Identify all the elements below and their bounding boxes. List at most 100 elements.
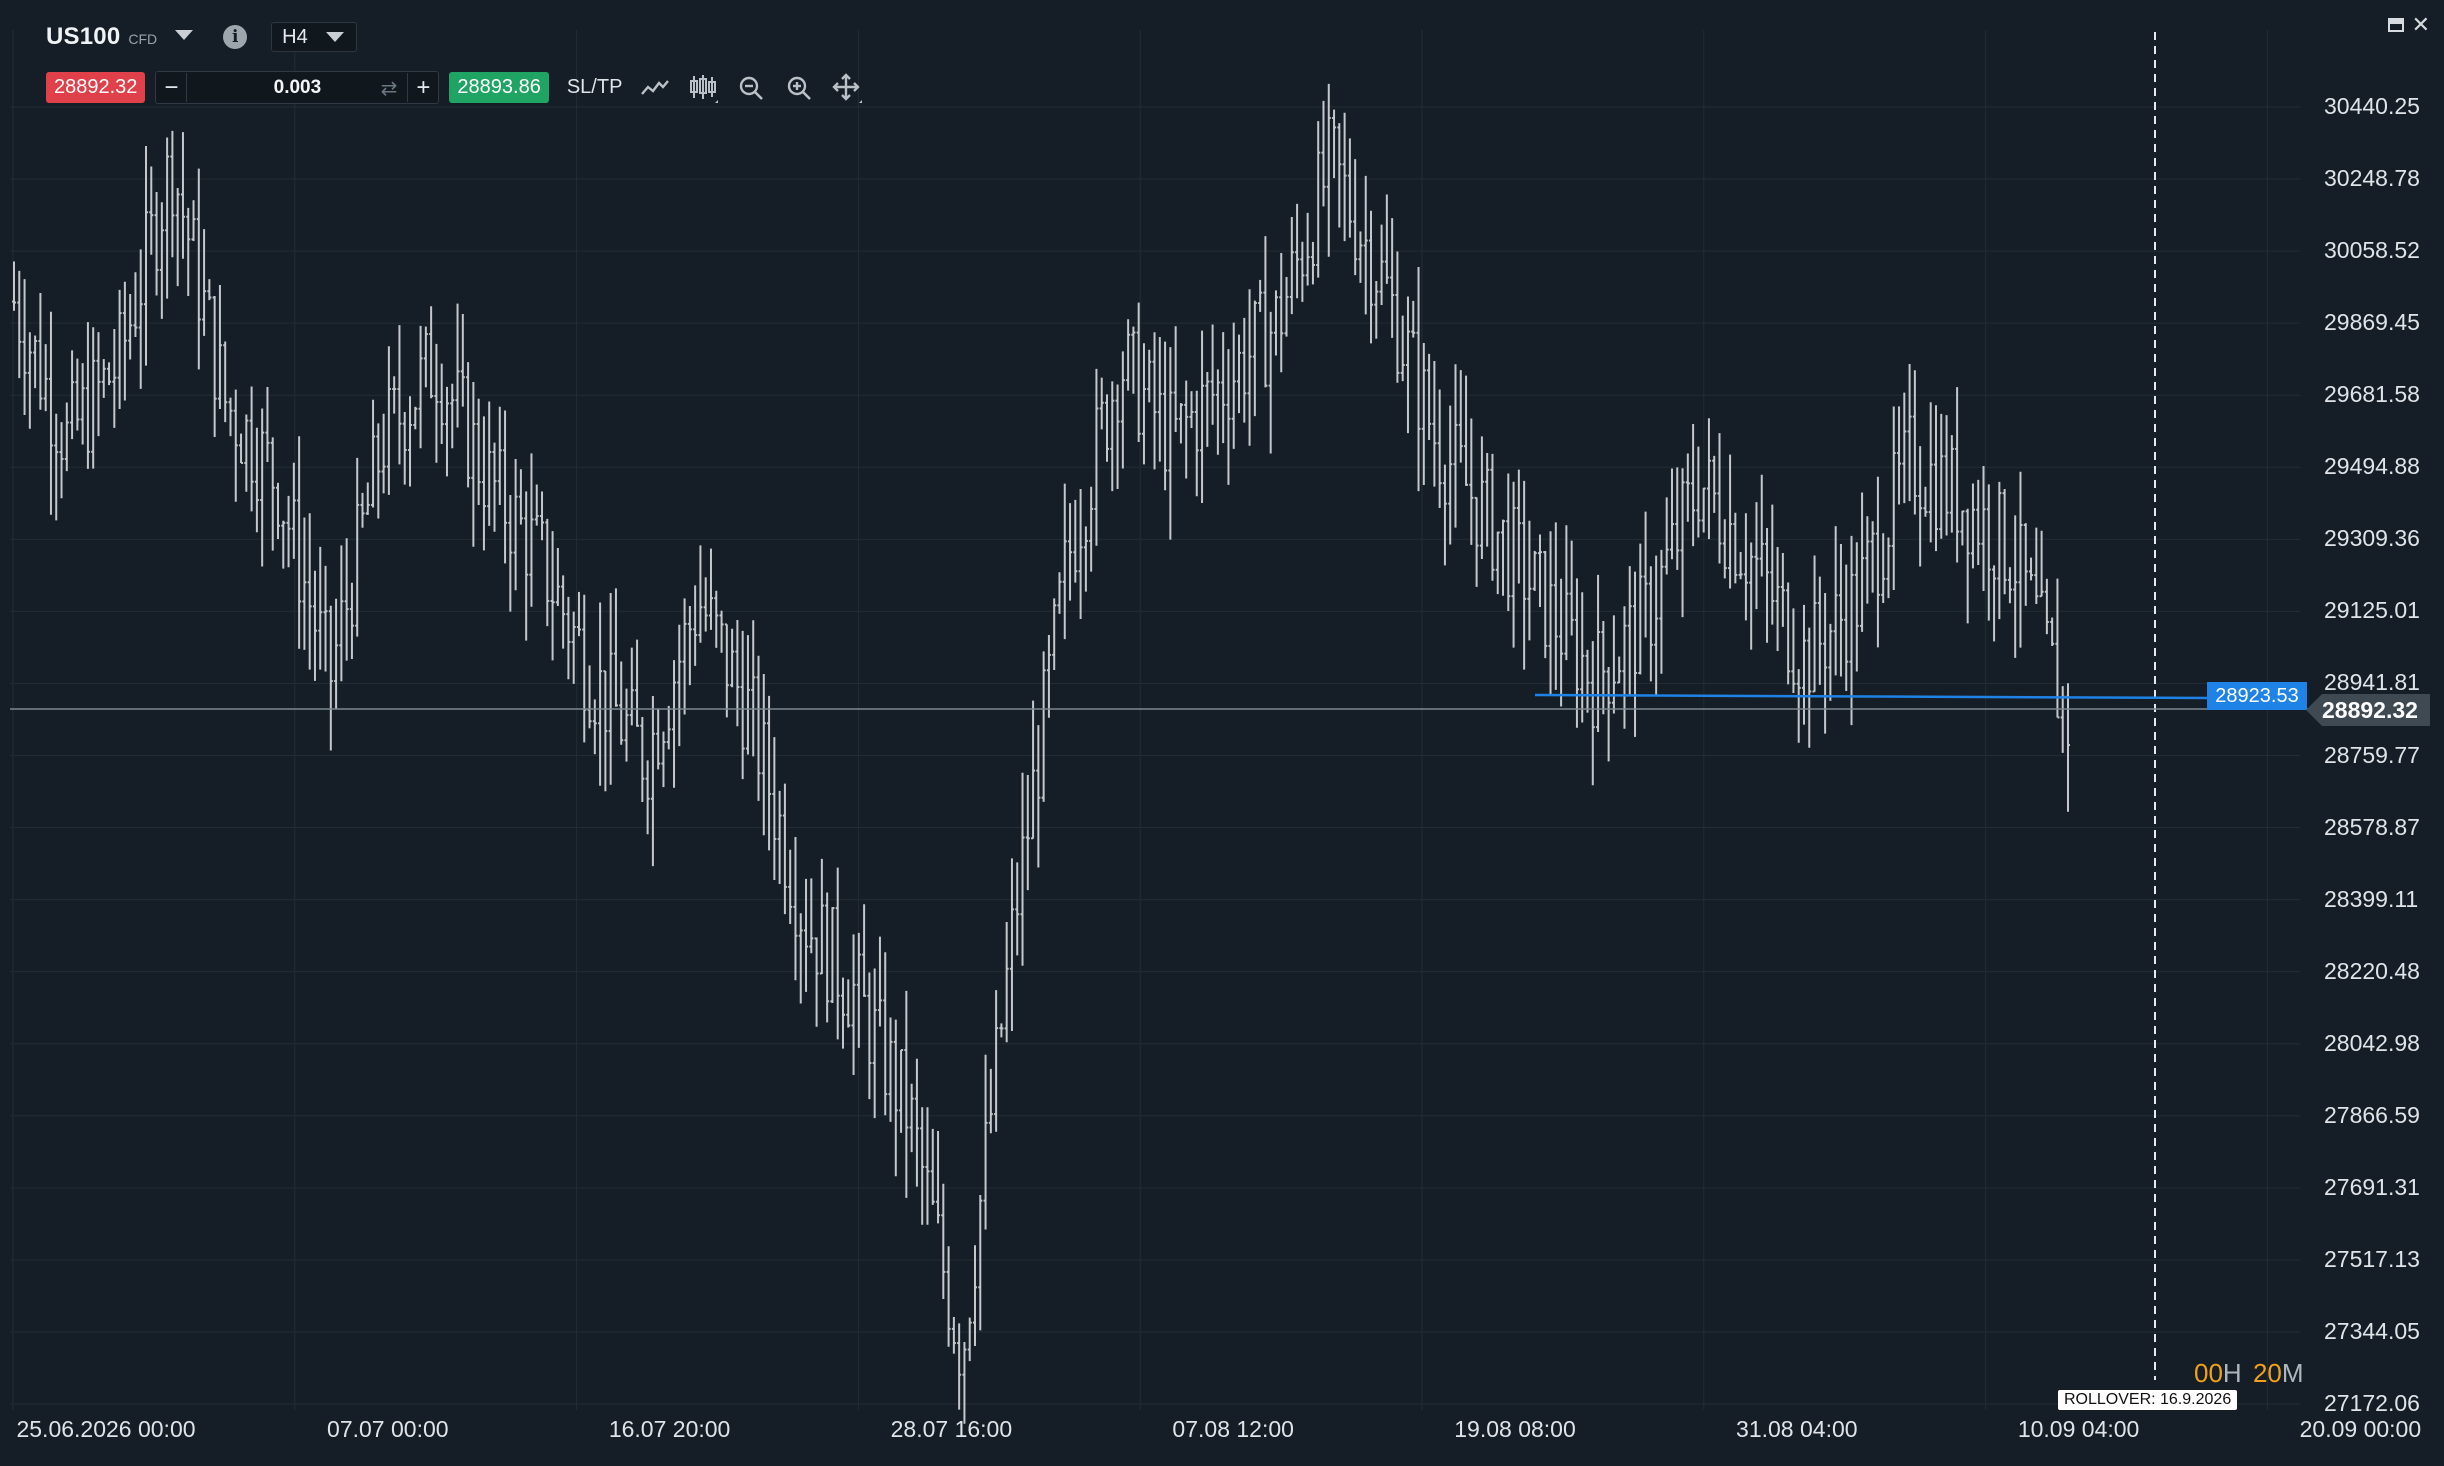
- ohlc-bar: [851, 934, 856, 1075]
- ohlc-bar: [1770, 504, 1775, 625]
- ohlc-bar: [1664, 497, 1669, 575]
- ohlc-bar: [629, 647, 634, 726]
- volume-decrease-button[interactable]: −: [156, 73, 188, 102]
- buy-button[interactable]: 28893.86: [449, 72, 549, 103]
- bar-chart-icon[interactable]: [688, 73, 719, 103]
- line-chart-icon[interactable]: [640, 73, 670, 103]
- ohlc-bar: [1717, 433, 1722, 564]
- ohlc-bar: [1743, 513, 1748, 621]
- ohlc-bar: [1728, 454, 1733, 589]
- ohlc-bar: [941, 1183, 946, 1299]
- ohlc-bar: [1321, 100, 1326, 207]
- ohlc-bar: [33, 335, 38, 389]
- ohlc-bar: [640, 717, 645, 802]
- ohlc-bar: [207, 279, 212, 301]
- ohlc-bar: [1416, 267, 1421, 492]
- ohlc-bar: [1015, 862, 1020, 956]
- ohlc-bar: [883, 952, 888, 1116]
- ohlc-bar: [339, 545, 344, 682]
- timeframe-select[interactable]: H4: [271, 22, 358, 52]
- ohlc-bar: [508, 494, 513, 612]
- volume-input[interactable]: 0.003 ⇄: [187, 73, 407, 102]
- ohlc-bar: [1305, 212, 1310, 286]
- ohlc-bar: [650, 696, 655, 867]
- ohlc-bar: [513, 459, 518, 591]
- ohlc-bar: [983, 1054, 988, 1230]
- ohlc-bar: [429, 306, 434, 399]
- price-tick-label: 29681.58: [2324, 381, 2420, 408]
- ohlc-bar: [2018, 471, 2023, 648]
- ohlc-bar: [930, 1128, 935, 1205]
- chevron-down-icon: [326, 32, 345, 42]
- zoom-in-icon[interactable]: [784, 73, 814, 103]
- ohlc-bar: [1622, 606, 1627, 729]
- ohlc-bar: [1817, 576, 1822, 685]
- ohlc-bar: [1379, 224, 1384, 305]
- price-chart[interactable]: [0, 0, 2444, 1466]
- price-tick-label: 28941.81: [2324, 669, 2420, 696]
- ohlc-bar: [476, 398, 481, 506]
- time-tick-label: 10.09 04:00: [2017, 1416, 2140, 1442]
- ohlc-bar: [413, 406, 418, 430]
- ohlc-bar: [1453, 364, 1458, 528]
- ohlc-bar: [756, 655, 761, 801]
- ohlc-bar: [1606, 667, 1611, 762]
- ohlc-bar: [1284, 276, 1289, 337]
- ohlc-bar: [186, 207, 191, 296]
- volume-value: 0.003: [273, 76, 322, 98]
- ohlc-bar: [862, 904, 867, 997]
- ohlc-bar: [91, 327, 96, 469]
- ohlc-bar: [64, 402, 69, 472]
- ohlc-bar: [1886, 537, 1891, 599]
- ohlc-bar: [1537, 534, 1542, 608]
- ohlc-bar: [1680, 468, 1685, 618]
- ohlc-bar: [1347, 138, 1352, 238]
- ohlc-bar: [228, 397, 233, 437]
- chevron-down-icon[interactable]: [175, 30, 194, 40]
- ohlc-bar: [1353, 159, 1358, 276]
- ohlc-bar: [740, 630, 745, 780]
- sltp-button[interactable]: SL/TP: [567, 76, 623, 99]
- ohlc-bar: [22, 279, 27, 415]
- ohlc-bar: [434, 343, 439, 463]
- ohlc-bar: [1823, 592, 1828, 734]
- price-tick-label: 27691.31: [2324, 1173, 2420, 1200]
- level-line-tag[interactable]: 28923.53: [2207, 682, 2307, 710]
- ohlc-bar: [1522, 480, 1527, 670]
- zoom-out-icon[interactable]: [736, 73, 766, 103]
- volume-increase-button[interactable]: +: [407, 73, 438, 102]
- ohlc-bar: [1221, 332, 1226, 444]
- ohlc-bar: [408, 396, 413, 487]
- ohlc-bar: [1976, 479, 1981, 566]
- close-icon[interactable]: ✕: [2412, 14, 2430, 36]
- ohlc-bar: [1432, 360, 1437, 487]
- ohlc-bar: [1696, 446, 1701, 538]
- ohlc-bar: [1691, 424, 1696, 547]
- ohlc-bar: [1247, 289, 1252, 446]
- ohlc-bar: [2044, 578, 2049, 635]
- ohlc-bar: [276, 482, 281, 540]
- countdown-hours-unit: H: [2222, 1358, 2242, 1388]
- ohlc-bar: [2066, 683, 2070, 812]
- ohlc-bar: [920, 1107, 925, 1225]
- ohlc-bar: [96, 332, 101, 437]
- ohlc-bar: [1263, 236, 1268, 388]
- ohlc-bar: [1970, 483, 1975, 569]
- ohlc-bar: [117, 289, 122, 409]
- candle-countdown: 00H 20M: [2194, 1358, 2304, 1389]
- ohlc-bar: [1464, 375, 1469, 486]
- swap-icon[interactable]: ⇄: [381, 76, 398, 101]
- ohlc-bar: [619, 661, 624, 745]
- price-tick-label: 30248.78: [2324, 165, 2420, 192]
- minimize-icon[interactable]: [2387, 18, 2404, 32]
- ohlc-bar: [1955, 387, 1960, 563]
- move-icon[interactable]: [832, 72, 863, 103]
- ohlc-bar: [1279, 253, 1284, 373]
- ohlc-bar: [1400, 315, 1405, 382]
- price-tick-label: 27172.06: [2324, 1390, 2420, 1416]
- ohlc-bar: [2050, 617, 2055, 647]
- sell-button[interactable]: 28892.32: [46, 72, 146, 103]
- info-icon[interactable]: i: [223, 25, 248, 49]
- ohlc-bar: [978, 1195, 983, 1331]
- ohlc-bar: [318, 546, 323, 670]
